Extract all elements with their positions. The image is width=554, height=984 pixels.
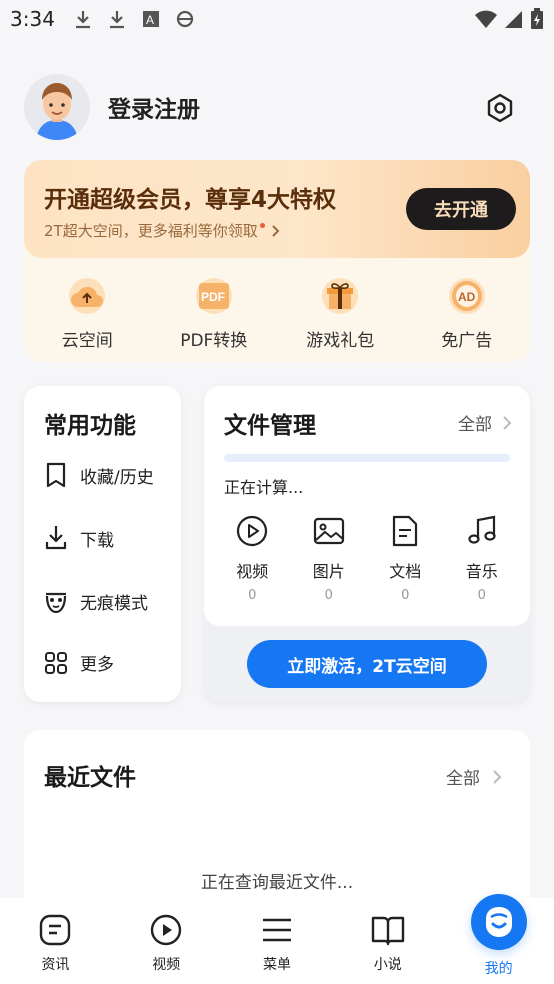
common-item-download[interactable]: 下载 [44, 524, 114, 552]
vip-item-label: 免广告 [441, 331, 493, 351]
svg-text:PDF: PDF [201, 290, 225, 304]
file-management-card: 文件管理 全部 正在计算... 视频 0 图片 0 文档 0 音乐 0 立即激活… [204, 386, 530, 702]
status-right [474, 8, 544, 30]
font-app-icon: A [141, 9, 161, 29]
tab-video[interactable]: 视频 [126, 898, 206, 984]
book-icon [371, 916, 404, 946]
tab-novel[interactable]: 小说 [348, 898, 428, 984]
file-type-image[interactable]: 图片 0 [294, 514, 364, 603]
settings-icon[interactable] [484, 92, 516, 124]
profile-header: 登录注册 [24, 74, 530, 140]
activate-cloud-button[interactable]: 立即激活，2T云空间 [247, 640, 487, 688]
vip-item-label: 游戏礼包 [306, 331, 375, 351]
file-type-video[interactable]: 视频 0 [217, 514, 287, 603]
me-icon [470, 894, 527, 950]
recent-title: 最近文件 [44, 765, 136, 791]
browser-app-icon [175, 9, 195, 29]
vip-benefits: 云空间 PDF PDF转换 游戏礼包 AD 免广告 [24, 278, 530, 362]
recent-status: 正在查询最近文件... [200, 873, 354, 893]
login-register-link[interactable]: 登录注册 [108, 90, 200, 124]
image-icon [313, 517, 344, 545]
chevron-right-icon [493, 769, 502, 784]
incognito-icon [45, 592, 67, 614]
file-type-music[interactable]: 音乐 0 [447, 514, 517, 603]
recent-all-link[interactable]: 全部 [446, 764, 502, 789]
common-item-incognito[interactable]: 无痕模式 [44, 588, 148, 614]
vip-item-cloud[interactable]: 云空间 [32, 278, 142, 362]
recent-files-card: 最近文件 全部 正在查询最近文件... [24, 730, 530, 910]
common-title: 常用功能 [44, 413, 136, 439]
video-play-icon [150, 914, 182, 946]
document-icon [393, 515, 418, 547]
svg-text:AD: AD [458, 290, 476, 304]
cloud-upload-icon [69, 278, 106, 314]
open-vip-button[interactable]: 去开通 [406, 188, 516, 230]
storage-progress-bar [224, 454, 510, 462]
news-icon [40, 914, 71, 946]
tab-me[interactable]: 我的 [459, 894, 539, 984]
music-icon [468, 515, 496, 544]
files-all-link[interactable]: 全部 [458, 410, 512, 435]
vip-item-pdf[interactable]: PDF PDF转换 [159, 278, 269, 362]
vip-subtitle: 2T超大空间，更多福利等你领取 [44, 220, 281, 241]
svg-text:A: A [146, 13, 154, 27]
common-functions-card: 常用功能 收藏/历史 下载 无痕模式 更多 [24, 386, 181, 702]
gift-icon [322, 278, 359, 314]
video-icon [237, 515, 268, 547]
file-types: 视频 0 图片 0 文档 0 音乐 0 [214, 514, 520, 603]
avatar[interactable] [24, 74, 90, 140]
download-notify-icon [107, 9, 127, 29]
red-dot [259, 223, 265, 228]
vip-item-label: 云空间 [61, 331, 113, 351]
vip-section: 开通超级会员，尊享4大特权 2T超大空间，更多福利等你领取 去开通 云空间 PD… [24, 160, 530, 362]
tab-news[interactable]: 资讯 [15, 898, 95, 984]
chevron-right-icon [503, 415, 512, 430]
tab-menu[interactable]: 菜单 [237, 898, 317, 984]
vip-banner[interactable]: 开通超级会员，尊享4大特权 2T超大空间，更多福利等你领取 去开通 [24, 160, 530, 258]
file-management-panel: 文件管理 全部 正在计算... 视频 0 图片 0 文档 0 音乐 0 [204, 386, 530, 626]
vip-item-gift[interactable]: 游戏礼包 [285, 278, 395, 362]
chevron-right-icon [272, 224, 280, 237]
download-notify-icon [73, 9, 93, 29]
bookmark-icon [46, 462, 66, 488]
status-bar: 3:34 A [0, 0, 554, 38]
grid-icon [45, 651, 67, 674]
signal-icon [505, 11, 522, 28]
storage-status: 正在计算... [224, 478, 304, 497]
menu-icon [262, 918, 291, 942]
vip-title: 开通超级会员，尊享4大特权 [44, 187, 337, 213]
file-type-document[interactable]: 文档 0 [370, 514, 440, 603]
battery-icon [531, 8, 543, 29]
vip-item-label: PDF转换 [180, 331, 248, 351]
wifi-icon [475, 10, 497, 28]
bottom-tab-bar: 资讯 视频 菜单 小说 我的 [0, 894, 554, 984]
download-icon [45, 526, 67, 550]
pdf-icon: PDF [195, 278, 232, 314]
files-title: 文件管理 [224, 413, 316, 439]
common-item-favorites[interactable]: 收藏/历史 [44, 462, 154, 488]
common-item-more[interactable]: 更多 [44, 650, 114, 675]
ad-icon: AD [448, 278, 485, 314]
vip-item-noad[interactable]: AD 免广告 [412, 278, 522, 362]
status-time: 3:34 [10, 7, 55, 31]
